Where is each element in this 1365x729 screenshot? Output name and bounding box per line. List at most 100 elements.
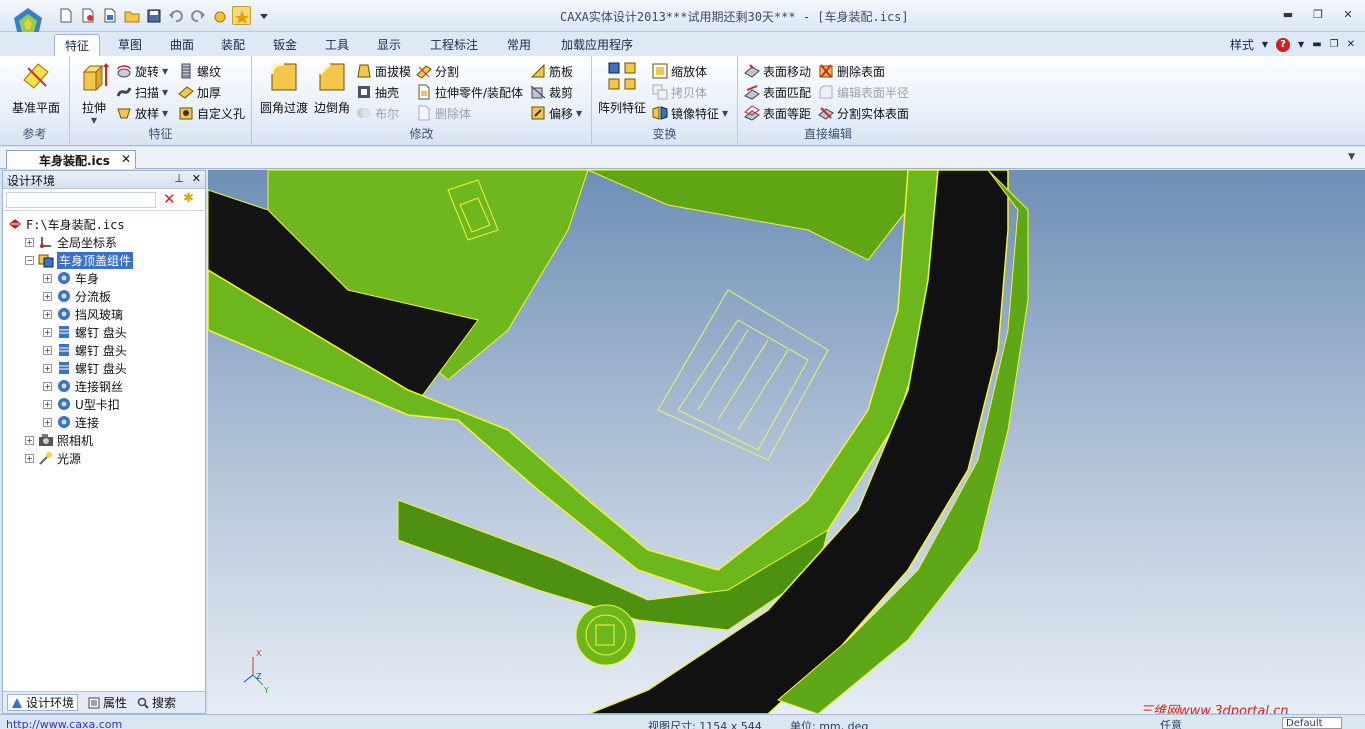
model-render[interactable]: X Y Z [208,170,1365,714]
edit-face-radius-button[interactable]: 编辑表面半径 [818,82,909,102]
split-solid-face-button[interactable]: 分割实体表面 [818,103,909,123]
thicken-button[interactable]: 加厚 [178,82,221,102]
help-icon[interactable]: ? [1276,37,1291,52]
scale-body-button[interactable]: 缩放体 [652,61,707,81]
tree-item[interactable]: F:\车身装配.ics [7,215,203,233]
shell-button[interactable]: 抽壳 [356,82,399,102]
tree-expand-toggle[interactable]: + [43,327,52,337]
offset-dropdown-icon[interactable]: ▼ [576,109,582,118]
chamfer-button[interactable]: 边倒角 [310,60,354,116]
loft-button[interactable]: 放样 ▼ [116,103,168,123]
render-style-select[interactable]: Default [1282,717,1342,729]
help-dropdown-icon[interactable]: ▼ [1298,40,1304,49]
document-tab-close-icon[interactable]: ✕ [121,152,131,166]
tab-design-environment[interactable]: 设计环境 [7,694,79,711]
tab-feature[interactable]: 特征 [54,34,100,56]
custom-hole-button[interactable]: 自定义孔 [178,103,245,123]
tree-item[interactable]: + 全局坐标系 [7,233,203,251]
redo-icon[interactable] [188,6,207,25]
connector-bolt[interactable] [575,604,637,666]
loft-dropdown-icon[interactable]: ▼ [162,109,168,118]
tab-display[interactable]: 显示 [367,34,411,56]
revolve-button[interactable]: 旋转 ▼ [116,61,168,81]
filter-options-icon[interactable]: ✱ [183,191,194,206]
pin-icon[interactable]: ⊥ [174,172,184,185]
filter-input[interactable] [6,192,156,208]
style-menu[interactable]: 样式 [1230,36,1254,53]
new-design-icon[interactable] [100,6,119,25]
tree-item[interactable]: + 挡风玻璃 [7,305,203,323]
tree-expand-toggle[interactable]: + [43,291,52,301]
tree-expand-toggle[interactable]: + [43,309,52,319]
customize-qat-icon[interactable] [254,6,273,25]
undo-icon[interactable] [166,6,185,25]
tab-surface[interactable]: 曲面 [160,34,204,56]
regenerate-icon[interactable] [210,6,229,25]
delete-body-button[interactable]: 删除体 [416,103,471,123]
status-url[interactable]: http://www.caxa.com [6,718,122,729]
tree-item[interactable]: + 螺钉 盘头 [7,359,203,377]
tab-tools[interactable]: 工具 [315,34,359,56]
doc-close-icon[interactable]: ✕ [1347,39,1355,50]
tree-expand-toggle[interactable]: + [25,237,34,247]
tree-item[interactable]: + 光源 [7,449,203,467]
tab-drafting[interactable]: 工程标注 [420,34,488,56]
tab-properties[interactable]: 属性 [88,694,127,711]
sweep-button[interactable]: 扫描 ▼ [116,82,168,102]
revolve-dropdown-icon[interactable]: ▼ [162,67,168,76]
fillet-button[interactable]: 圆角过渡 [258,60,310,116]
tree-item[interactable]: + 连接钢丝 [7,377,203,395]
document-list-dropdown-icon[interactable]: ▼ [1348,152,1355,162]
tree-expand-toggle[interactable]: − [25,255,34,265]
tree-item[interactable]: + 螺钉 盘头 [7,323,203,341]
delete-face-button[interactable]: 删除表面 [818,61,885,81]
thread-button[interactable]: 螺纹 [178,61,221,81]
new-template-icon[interactable] [78,6,97,25]
tree-item[interactable]: + 车身 [7,269,203,287]
copy-body-button[interactable]: 拷贝体 [652,82,707,102]
sweep-dropdown-icon[interactable]: ▼ [162,88,168,97]
clear-filter-icon[interactable]: ✕ [163,190,176,208]
style-dropdown-icon[interactable]: ▼ [1262,40,1268,49]
maximize-icon[interactable]: ❐ [1309,6,1327,22]
open-folder-icon[interactable] [122,6,141,25]
offset-face-button[interactable]: 表面等距 [744,103,811,123]
tree-expand-toggle[interactable]: + [43,381,52,391]
tree-item[interactable]: + 分流板 [7,287,203,305]
tree-item[interactable]: + 照相机 [7,431,203,449]
tree-expand-toggle[interactable]: + [25,453,34,463]
status-mode[interactable]: 任意 [1160,717,1182,729]
datum-plane-button[interactable]: 基准平面 [6,60,66,116]
tree-expand-toggle[interactable]: + [43,363,52,373]
rib-button[interactable]: 筋板 [530,61,573,81]
tree-item[interactable]: + 连接 [7,413,203,431]
tree-expand-toggle[interactable]: + [43,345,52,355]
split-button[interactable]: 分割 [416,61,459,81]
extrude-dropdown-icon[interactable]: ▼ [74,116,114,125]
document-tab[interactable]: 车身装配.ics ✕ [6,150,136,169]
match-face-button[interactable]: 表面匹配 [744,82,811,102]
offset-button[interactable]: 偏移 ▼ [530,103,582,123]
tab-sheetmetal[interactable]: 钣金 [263,34,307,56]
tab-common[interactable]: 常用 [497,34,541,56]
new-file-icon[interactable] [56,6,75,25]
minimize-icon[interactable]: ▬ [1279,6,1297,22]
tree-expand-toggle[interactable]: + [43,399,52,409]
mirror-feature-button[interactable]: 镜像特征 ▼ [652,103,728,123]
tab-assembly[interactable]: 装配 [211,34,255,56]
3d-viewport[interactable]: X Y Z [208,170,1365,714]
save-icon[interactable] [144,6,163,25]
tree-item[interactable]: + 螺钉 盘头 [7,341,203,359]
tab-addins[interactable]: 加载应用程序 [550,34,644,56]
trim-button[interactable]: 裁剪 [530,82,573,102]
tab-sketch[interactable]: 草图 [108,34,152,56]
close-icon[interactable]: ✕ [1339,6,1357,22]
mirror-dropdown-icon[interactable]: ▼ [722,109,728,118]
boolean-button[interactable]: 布尔 [356,103,399,123]
tree-expand-toggle[interactable]: + [25,435,34,445]
tree-item[interactable]: + U型卡扣 [7,395,203,413]
move-face-button[interactable]: 表面移动 [744,61,811,81]
smart-snap-icon[interactable] [232,6,251,25]
pull-part-button[interactable]: 拉伸零件/装配体 [416,82,523,102]
pattern-feature-button[interactable]: 阵列特征 [596,60,648,116]
